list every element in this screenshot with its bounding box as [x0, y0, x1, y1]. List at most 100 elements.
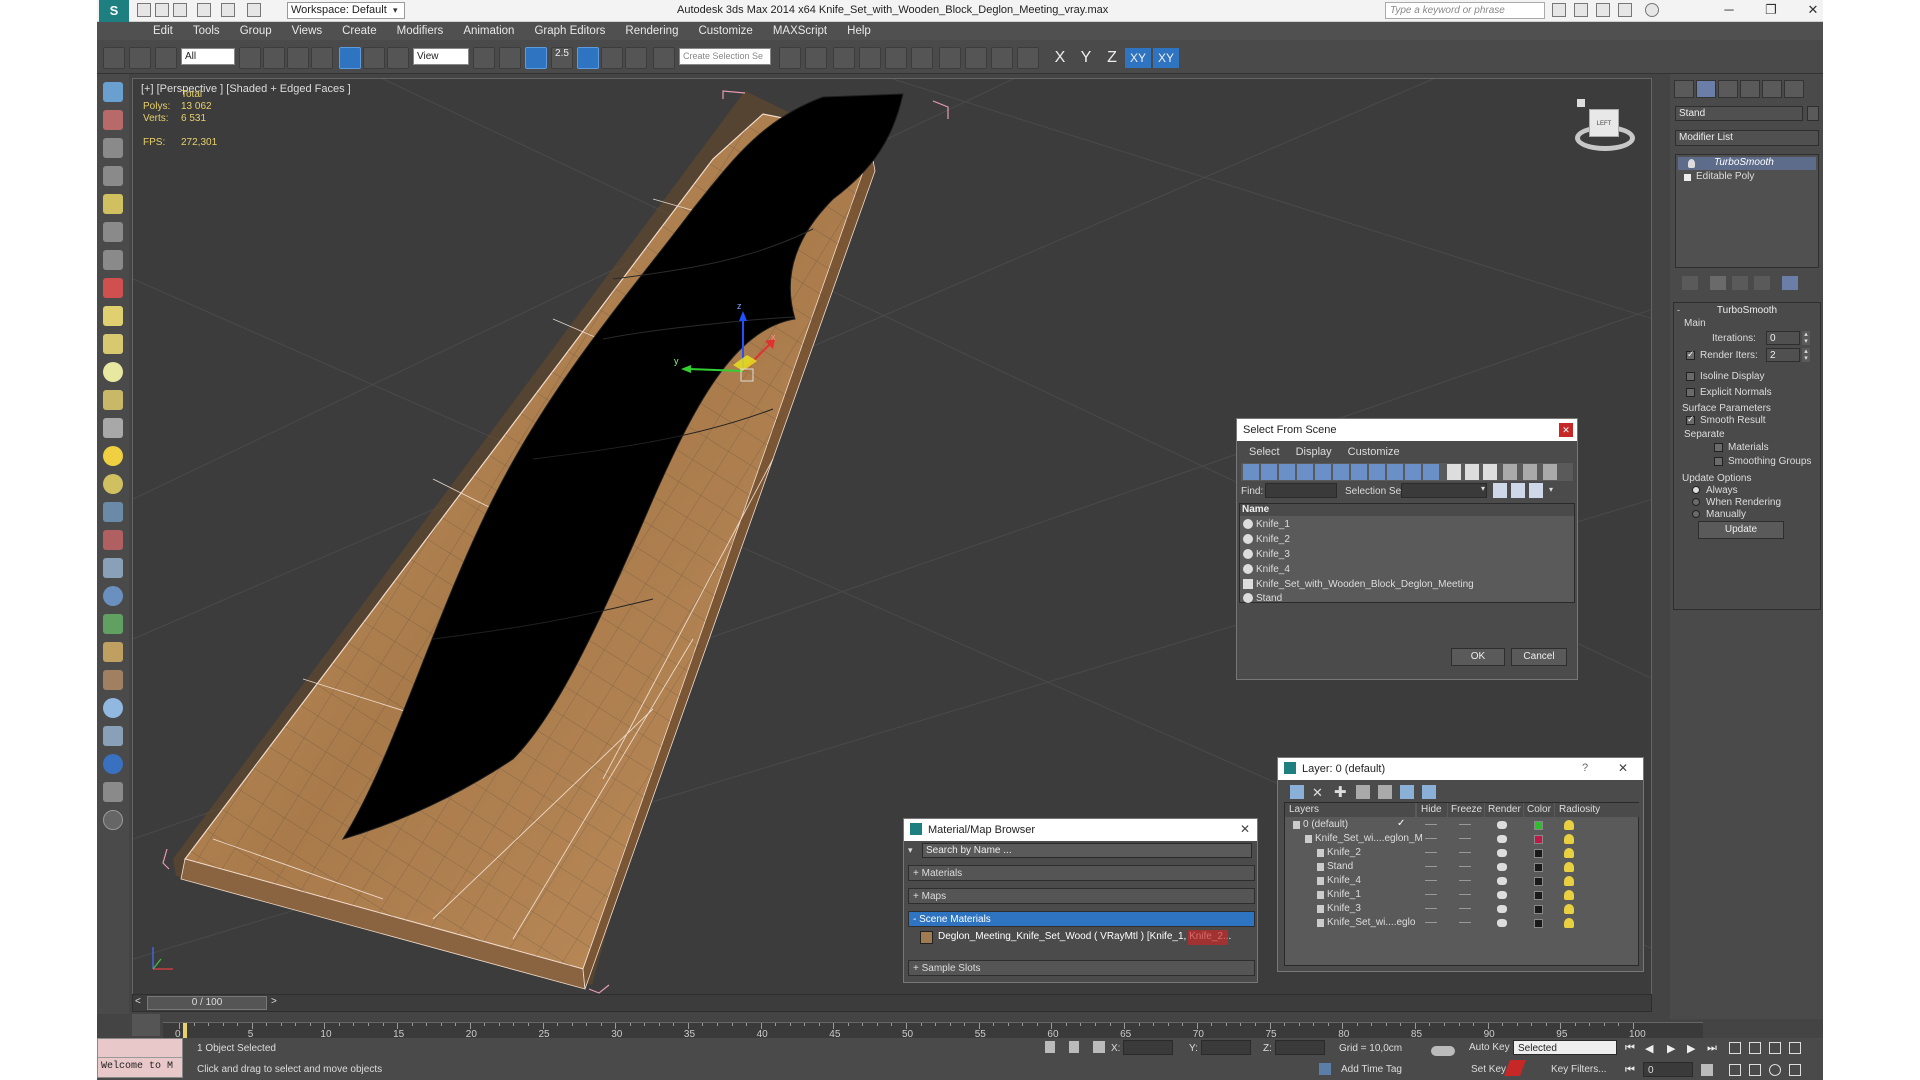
layer-color-swatch[interactable]	[1534, 905, 1543, 914]
show-end-result-icon[interactable]	[1710, 276, 1726, 290]
teapot-icon[interactable]	[1497, 891, 1507, 899]
sun-icon[interactable]	[103, 446, 123, 466]
maximize-viewport-icon[interactable]	[1789, 1064, 1801, 1076]
add-time-tag-label[interactable]: Add Time Tag	[1341, 1064, 1402, 1075]
help-search-input[interactable]: Type a keyword or phrase	[1385, 2, 1545, 19]
previous-frame-icon[interactable]: ◀	[1645, 1042, 1653, 1055]
hide-toggle[interactable]	[1425, 852, 1437, 853]
material-editor-icon[interactable]	[939, 47, 961, 69]
axis-y-button[interactable]: Y	[1073, 48, 1099, 68]
list-options-icon[interactable]	[1543, 464, 1557, 480]
angle-snap-icon[interactable]	[577, 47, 599, 69]
hide-column-header[interactable]: Hide	[1417, 803, 1447, 817]
display-children-icon[interactable]	[1503, 464, 1517, 480]
make-unique-icon[interactable]	[1732, 276, 1748, 290]
freeze-toggle[interactable]	[1459, 838, 1471, 839]
window-crossing-icon[interactable]	[311, 47, 333, 69]
sample-slots-group[interactable]: + Sample Slots	[908, 960, 1255, 976]
current-frame-field[interactable]: 0	[1643, 1062, 1693, 1077]
maps-group[interactable]: + Maps	[908, 888, 1255, 904]
layers-column-header[interactable]: Layers	[1285, 803, 1415, 817]
field-of-view-icon[interactable]	[1729, 1064, 1741, 1076]
paint-icon[interactable]	[103, 530, 123, 550]
radiosity-column-header[interactable]: Radiosity	[1555, 803, 1639, 817]
dome-icon[interactable]	[103, 334, 123, 354]
project-folder-icon[interactable]	[247, 3, 261, 17]
render-iters-spinner-arrows-icon[interactable]: ▴ ▾	[1802, 348, 1810, 362]
scene-materials-group[interactable]: - Scene Materials	[908, 911, 1255, 927]
materials-group[interactable]: + Materials	[908, 865, 1255, 881]
radiosity-light-icon[interactable]	[1564, 862, 1574, 872]
cone-icon[interactable]	[103, 418, 123, 438]
geosphere-icon[interactable]	[103, 474, 123, 494]
curve-editor-icon[interactable]	[885, 47, 907, 69]
list-item[interactable]: Knife_2	[1240, 532, 1574, 547]
menu-select[interactable]: Select	[1249, 446, 1280, 458]
geometry-filter-icon[interactable]	[1243, 464, 1259, 480]
viewcube-face[interactable]: LEFT	[1589, 109, 1619, 137]
display-tab-icon[interactable]	[1762, 80, 1782, 98]
layer-help-button[interactable]: ?	[1582, 762, 1588, 774]
teapot-icon[interactable]	[1497, 863, 1507, 871]
table-row[interactable]: Knife_Set_wi....eglo	[1285, 916, 1638, 930]
menu-modifiers[interactable]: Modifiers	[387, 25, 454, 37]
axis-z-button[interactable]: Z	[1099, 48, 1125, 68]
radiosity-light-icon[interactable]	[1564, 820, 1574, 830]
scripts-icon[interactable]	[103, 782, 123, 802]
named-selection-dropdown[interactable]: Create Selection Se	[679, 48, 771, 65]
hide-toggle[interactable]	[1425, 894, 1437, 895]
isolate-selection-icon[interactable]	[1045, 1041, 1055, 1053]
hair-icon[interactable]	[103, 642, 123, 662]
light-bulb-icon[interactable]	[103, 194, 123, 214]
teapot-icon[interactable]	[1497, 835, 1507, 843]
unlink-icon[interactable]	[129, 47, 151, 69]
time-slider-next-icon[interactable]: >	[271, 996, 277, 1007]
list-item[interactable]: Stand	[1240, 592, 1574, 604]
foliage-icon[interactable]	[103, 614, 123, 634]
open-file-icon[interactable]	[155, 3, 169, 17]
menu-tools[interactable]: Tools	[183, 25, 230, 37]
add-time-tag-icon[interactable]	[1319, 1063, 1331, 1075]
list-item[interactable]: Knife_1	[1240, 517, 1574, 532]
menu-maxscript[interactable]: MAXScript	[763, 25, 837, 37]
groups-filter-icon[interactable]	[1351, 464, 1367, 480]
freeze-toggle[interactable]	[1459, 852, 1471, 853]
hide-toggle[interactable]	[1425, 838, 1437, 839]
smooth-result-checkbox[interactable]	[1686, 414, 1695, 425]
ok-button[interactable]: OK	[1451, 648, 1505, 666]
hide-toggle[interactable]	[1425, 908, 1437, 909]
app-logo-icon[interactable]: S	[99, 0, 129, 22]
highlight-layer-icon[interactable]	[1378, 785, 1392, 799]
track-bar[interactable]: 0 5 10 15 20 25 30 35 40 45 50 55 60 65 70 75 80 85 90 95 10…	[163, 1022, 1703, 1040]
modifier-list-dropdown[interactable]: Modifier List	[1675, 130, 1819, 146]
x-coord-field[interactable]	[1123, 1040, 1173, 1055]
isoline-display-checkbox[interactable]	[1686, 372, 1695, 381]
color-column-header[interactable]: Color	[1524, 803, 1554, 817]
freeze-toggle[interactable]	[1459, 866, 1471, 867]
close-icon[interactable]: ✕	[1618, 761, 1628, 775]
select-manipulate-icon[interactable]	[499, 47, 521, 69]
close-icon[interactable]: ✕	[1240, 822, 1250, 836]
layer-color-swatch[interactable]	[1534, 849, 1543, 858]
browser-options-icon[interactable]: ▾	[908, 845, 913, 856]
utilities-tab-icon[interactable]	[1784, 80, 1804, 98]
shapes-filter-icon[interactable]	[1261, 464, 1277, 480]
explicit-normals-checkbox[interactable]	[1686, 388, 1695, 397]
save-file-icon[interactable]	[173, 3, 187, 17]
time-slider-thumb[interactable]: 0 / 100	[147, 996, 267, 1010]
pan-icon[interactable]	[1749, 1064, 1761, 1076]
layer-color-swatch[interactable]	[1534, 821, 1543, 830]
workspace-dropdown[interactable]: Workspace: Default	[287, 2, 405, 19]
zoom-all-icon[interactable]	[1749, 1042, 1761, 1054]
layer-color-swatch[interactable]	[1534, 919, 1543, 928]
teapot-icon[interactable]	[1497, 821, 1507, 829]
stack-collapse-icon[interactable]	[1684, 174, 1691, 181]
radiosity-light-icon[interactable]	[1564, 834, 1574, 844]
help-icon[interactable]	[1645, 3, 1659, 17]
axis-x-button[interactable]: X	[1047, 48, 1073, 68]
fur-icon[interactable]	[103, 670, 123, 690]
iterations-spinner-arrows-icon[interactable]: ▴ ▾	[1802, 331, 1810, 345]
zoom-extents-all-icon[interactable]	[1789, 1042, 1801, 1054]
lights-filter-icon[interactable]	[1279, 464, 1295, 480]
find-input[interactable]	[1265, 483, 1337, 498]
